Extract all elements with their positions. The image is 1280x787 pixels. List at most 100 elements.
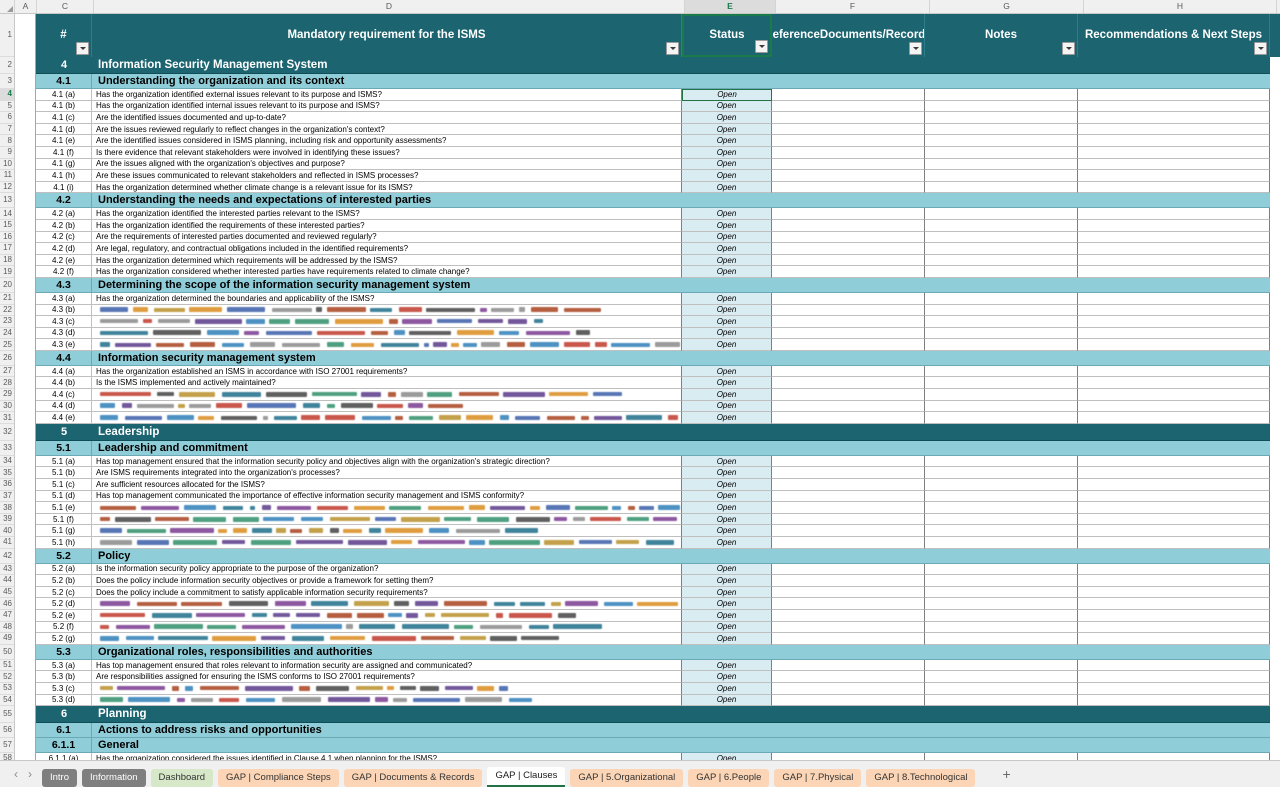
notes-cell[interactable]: [925, 328, 1078, 340]
cell-a[interactable]: [15, 89, 36, 101]
reference-documents-cell[interactable]: [772, 170, 925, 182]
sheet-tab-intro[interactable]: Intro: [42, 769, 77, 787]
requirement-text[interactable]: [92, 598, 682, 610]
cell-a[interactable]: [15, 491, 36, 503]
status-cell[interactable]: Open: [682, 255, 772, 267]
section-title[interactable]: Information security management system: [92, 351, 682, 366]
row-header-17[interactable]: 17: [0, 243, 14, 255]
reference-documents-cell[interactable]: [772, 377, 925, 389]
requirement-number[interactable]: 4.2 (b): [36, 220, 92, 232]
section-blank-cell[interactable]: [1078, 278, 1270, 293]
cell-a[interactable]: [15, 101, 36, 113]
sheet-tab-gap-7-physical[interactable]: GAP | 7.Physical: [774, 769, 861, 787]
cell-a[interactable]: [15, 112, 36, 124]
status-cell[interactable]: Open: [682, 479, 772, 491]
reference-documents-cell[interactable]: [772, 316, 925, 328]
row-header-19[interactable]: 19: [0, 266, 14, 278]
reference-documents-cell[interactable]: [772, 339, 925, 351]
section-blank-cell[interactable]: [1078, 57, 1270, 74]
reference-documents-cell[interactable]: [772, 467, 925, 479]
status-cell[interactable]: Open: [682, 671, 772, 683]
requirement-text[interactable]: Is the information security policy appro…: [92, 564, 682, 576]
requirement-number[interactable]: 4.2 (a): [36, 208, 92, 220]
add-sheet-icon[interactable]: +: [996, 767, 1016, 781]
requirement-text[interactable]: Has top management ensured that roles re…: [92, 660, 682, 672]
cell-a[interactable]: [15, 424, 36, 441]
status-cell[interactable]: Open: [682, 514, 772, 526]
requirement-text[interactable]: Has the organization identified external…: [92, 89, 682, 101]
status-cell[interactable]: Open: [682, 112, 772, 124]
notes-cell[interactable]: [925, 266, 1078, 278]
requirement-text[interactable]: [92, 537, 682, 549]
section-number[interactable]: 4.4: [36, 351, 92, 366]
section-blank-cell[interactable]: [925, 645, 1078, 660]
row-header-33[interactable]: 33: [0, 441, 14, 456]
status-cell[interactable]: Open: [682, 502, 772, 514]
row-header-58[interactable]: 58: [0, 753, 14, 760]
section-number[interactable]: 4.2: [36, 193, 92, 208]
reference-documents-cell[interactable]: [772, 147, 925, 159]
status-cell[interactable]: Open: [682, 412, 772, 424]
requirement-text[interactable]: [92, 633, 682, 645]
section-blank-cell[interactable]: [682, 738, 772, 753]
requirement-number[interactable]: 4.1 (f): [36, 147, 92, 159]
row-header-16[interactable]: 16: [0, 232, 14, 244]
section-blank-cell[interactable]: [925, 278, 1078, 293]
row-header-42[interactable]: 42: [0, 549, 14, 564]
column-header-D[interactable]: D: [94, 0, 685, 13]
row-header-2[interactable]: 2: [0, 57, 14, 74]
requirement-number[interactable]: 5.2 (e): [36, 610, 92, 622]
reference-documents-cell[interactable]: [772, 305, 925, 317]
reference-documents-cell[interactable]: [772, 232, 925, 244]
recommendations-cell[interactable]: [1078, 366, 1270, 378]
cell-a[interactable]: [15, 610, 36, 622]
cell-a[interactable]: [15, 723, 36, 738]
reference-documents-cell[interactable]: [772, 564, 925, 576]
row-header-1[interactable]: 1: [0, 14, 14, 57]
requirement-text[interactable]: [92, 683, 682, 695]
section-blank-cell[interactable]: [925, 441, 1078, 456]
row-header-3[interactable]: 3: [0, 74, 14, 89]
status-cell[interactable]: Open: [682, 525, 772, 537]
recommendations-cell[interactable]: [1078, 124, 1270, 136]
section-blank-cell[interactable]: [772, 74, 925, 89]
row-header-44[interactable]: 44: [0, 575, 14, 587]
requirement-text[interactable]: [92, 622, 682, 634]
cell-a[interactable]: [15, 456, 36, 468]
row-header-20[interactable]: 20: [0, 278, 14, 293]
requirement-text[interactable]: Are sufficient resources allocated for t…: [92, 479, 682, 491]
cell-a[interactable]: [15, 377, 36, 389]
recommendations-cell[interactable]: [1078, 564, 1270, 576]
sheet-tab-gap-8-technological[interactable]: GAP | 8.Technological: [866, 769, 975, 787]
recommendations-cell[interactable]: [1078, 305, 1270, 317]
filter-dropdown-icon-status[interactable]: [755, 40, 768, 53]
reference-documents-cell[interactable]: [772, 695, 925, 707]
filter-dropdown-icon-reference[interactable]: [909, 42, 922, 55]
section-blank-cell[interactable]: [772, 723, 925, 738]
cell-a[interactable]: [15, 502, 36, 514]
requirement-text[interactable]: Has the organization determined whether …: [92, 182, 682, 194]
requirement-number[interactable]: 4.3 (c): [36, 316, 92, 328]
notes-cell[interactable]: [925, 412, 1078, 424]
requirement-number[interactable]: 6.1.1 (a): [36, 753, 92, 760]
notes-cell[interactable]: [925, 389, 1078, 401]
section-blank-cell[interactable]: [925, 351, 1078, 366]
status-cell[interactable]: Open: [682, 339, 772, 351]
row-header-53[interactable]: 53: [0, 683, 14, 695]
cell-a[interactable]: [15, 389, 36, 401]
section-blank-cell[interactable]: [1078, 645, 1270, 660]
row-header-7[interactable]: 7: [0, 124, 14, 136]
row-header-4[interactable]: 4: [0, 89, 14, 101]
row-header-25[interactable]: 25: [0, 339, 14, 351]
notes-cell[interactable]: [925, 112, 1078, 124]
requirement-text[interactable]: [92, 514, 682, 526]
requirement-number[interactable]: 5.1 (e): [36, 502, 92, 514]
status-cell[interactable]: Open: [682, 293, 772, 305]
reference-documents-cell[interactable]: [772, 683, 925, 695]
reference-documents-cell[interactable]: [772, 479, 925, 491]
cell-a[interactable]: [15, 243, 36, 255]
notes-cell[interactable]: [925, 182, 1078, 194]
status-cell[interactable]: Open: [682, 660, 772, 672]
reference-documents-cell[interactable]: [772, 112, 925, 124]
row-header-23[interactable]: 23: [0, 316, 14, 328]
